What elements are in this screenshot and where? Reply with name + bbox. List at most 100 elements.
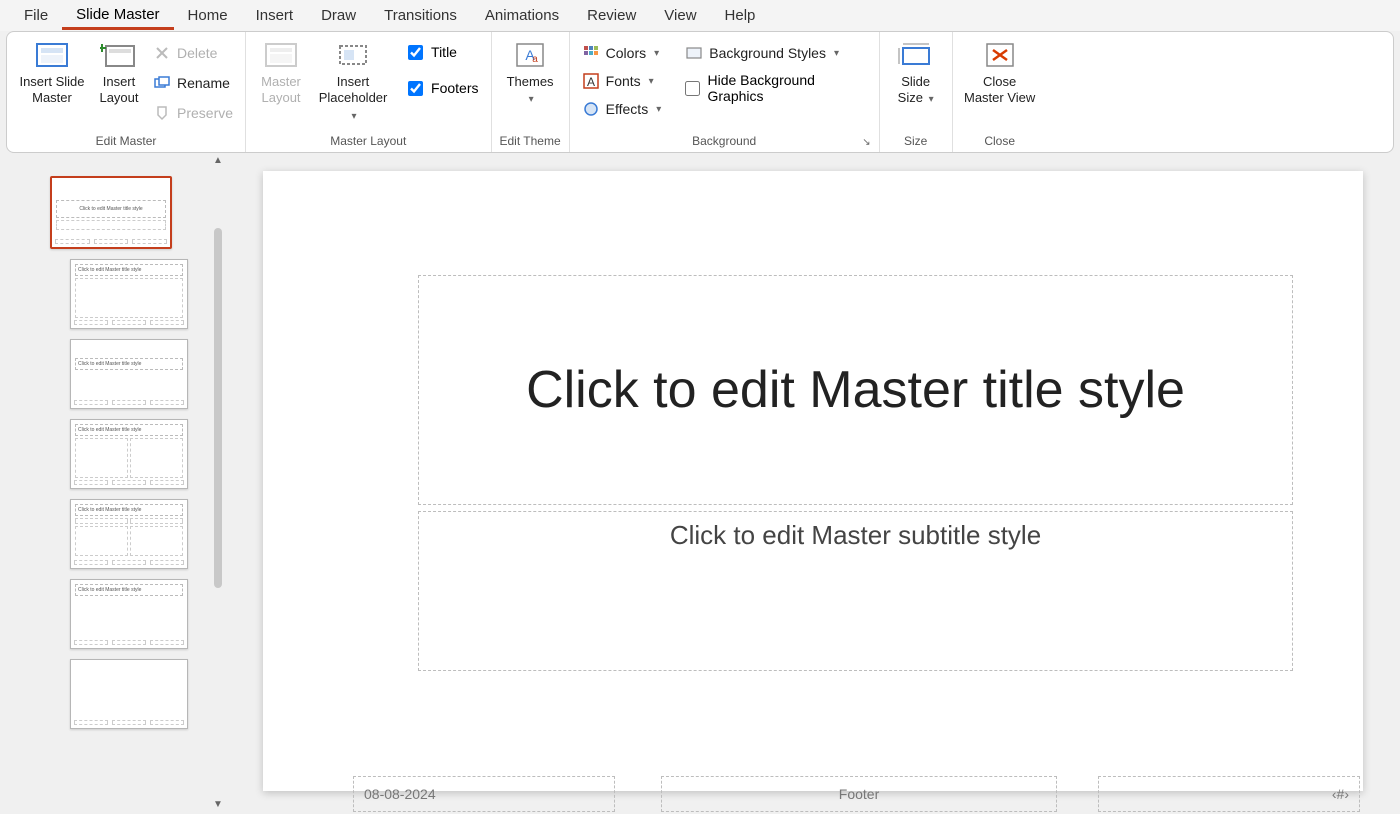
chevron-down-icon: ▾ bbox=[929, 94, 934, 105]
layout-thumbnail-5[interactable]: Click to edit Master title style bbox=[70, 579, 188, 649]
thumb-title: Click to edit Master title style bbox=[75, 584, 183, 596]
layout-thumbnail-1[interactable]: Click to edit Master title style bbox=[70, 259, 188, 329]
effects-icon bbox=[582, 100, 600, 118]
master-layout-button[interactable]: Master Layout bbox=[254, 38, 308, 109]
slide-number-placeholder[interactable]: ‹#› bbox=[1098, 776, 1360, 812]
close-master-view-button[interactable]: Close Master View bbox=[961, 38, 1039, 109]
close-icon bbox=[983, 40, 1017, 70]
thumb-title: Click to edit Master title style bbox=[75, 504, 183, 516]
tab-view[interactable]: View bbox=[650, 3, 710, 28]
chevron-down-icon: ▾ bbox=[352, 111, 357, 122]
group-background: Colors ▾ A Fonts ▾ Effects ▾ Background Sty… bbox=[570, 32, 880, 152]
effects-button[interactable]: Effects ▾ bbox=[578, 96, 666, 122]
workspace: Click to edit Master title style Click t… bbox=[0, 153, 1400, 812]
thumbnail-pane: Click to edit Master title style Click t… bbox=[0, 153, 226, 812]
fonts-label: Fonts bbox=[606, 73, 641, 89]
scroll-up-icon[interactable]: ▲ bbox=[211, 153, 225, 168]
date-placeholder[interactable]: 08-08-2024 bbox=[353, 776, 615, 812]
hide-bg-checkbox-row[interactable]: Hide Background Graphics bbox=[681, 68, 870, 108]
colors-button[interactable]: Colors ▾ bbox=[578, 40, 666, 66]
subtitle-placeholder[interactable]: Click to edit Master subtitle style bbox=[418, 511, 1293, 671]
insert-slide-master-label: Insert Slide Master bbox=[17, 74, 87, 107]
preserve-button[interactable]: Preserve bbox=[149, 100, 237, 126]
slide-size-label: Slide Size ▾ bbox=[890, 74, 942, 107]
insert-layout-icon bbox=[100, 40, 138, 70]
layout-thumbnail-3[interactable]: Click to edit Master title style bbox=[70, 419, 188, 489]
insert-placeholder-label: Insert Placeholder ▾ bbox=[314, 74, 392, 123]
chevron-down-icon: ▾ bbox=[656, 104, 661, 115]
slide-canvas[interactable]: Click to edit Master title style Click t… bbox=[263, 171, 1363, 791]
group-edit-theme: Aa Themes▾ Edit Theme bbox=[492, 32, 570, 152]
insert-placeholder-button[interactable]: Insert Placeholder ▾ bbox=[312, 38, 394, 125]
title-checkbox-label: Title bbox=[431, 44, 457, 60]
tab-help[interactable]: Help bbox=[711, 3, 770, 28]
rename-icon bbox=[153, 74, 171, 92]
tab-home[interactable]: Home bbox=[174, 3, 242, 28]
rename-label: Rename bbox=[177, 75, 230, 91]
preserve-icon bbox=[153, 104, 171, 122]
group-label-close: Close bbox=[961, 131, 1039, 152]
master-thumbnail[interactable]: Click to edit Master title style bbox=[50, 176, 172, 249]
background-styles-button[interactable]: Background Styles▾ bbox=[681, 40, 870, 66]
thumb-title: Click to edit Master title style bbox=[75, 358, 183, 370]
close-master-label: Close Master View bbox=[963, 74, 1037, 107]
preserve-label: Preserve bbox=[177, 105, 233, 121]
fonts-button[interactable]: A Fonts ▾ bbox=[578, 68, 666, 94]
svg-text:a: a bbox=[532, 54, 538, 65]
delete-icon bbox=[153, 44, 171, 62]
ribbon-tabs: File Slide Master Home Insert Draw Trans… bbox=[0, 0, 1400, 31]
title-checkbox-row[interactable]: Title bbox=[404, 40, 482, 64]
themes-label: Themes▾ bbox=[507, 74, 554, 107]
footers-checkbox-label: Footers bbox=[431, 80, 478, 96]
insert-layout-label: Insert Layout bbox=[95, 74, 143, 107]
thumbnail-scrollbar[interactable]: ▲ ▼ bbox=[210, 153, 226, 812]
group-size: Slide Size ▾ Size bbox=[880, 32, 953, 152]
themes-button[interactable]: Aa Themes▾ bbox=[501, 38, 559, 109]
group-label-background: Background ↘ bbox=[578, 131, 871, 152]
group-label-edit-master: Edit Master bbox=[15, 131, 237, 152]
ribbon: Insert Slide Master Insert Layout Delete… bbox=[6, 31, 1394, 153]
group-edit-master: Insert Slide Master Insert Layout Delete… bbox=[7, 32, 246, 152]
insert-slide-master-button[interactable]: Insert Slide Master bbox=[15, 38, 89, 109]
group-label-master-layout: Master Layout bbox=[254, 131, 482, 152]
background-dialog-launcher[interactable]: ↘ bbox=[862, 137, 870, 148]
hide-bg-checkbox[interactable] bbox=[685, 81, 699, 96]
layout-thumbnail-6[interactable] bbox=[70, 659, 188, 729]
colors-icon bbox=[582, 44, 600, 62]
tab-slide-master[interactable]: Slide Master bbox=[62, 2, 173, 30]
svg-text:A: A bbox=[587, 75, 595, 89]
tab-insert[interactable]: Insert bbox=[242, 3, 308, 28]
group-label-size: Size bbox=[888, 131, 944, 152]
thumb-title: Click to edit Master title style bbox=[75, 424, 183, 436]
footers-checkbox[interactable] bbox=[408, 81, 423, 96]
tab-file[interactable]: File bbox=[10, 3, 62, 28]
group-label-edit-theme: Edit Theme bbox=[500, 131, 561, 152]
master-layout-icon bbox=[262, 40, 300, 70]
scroll-down-icon[interactable]: ▼ bbox=[211, 797, 225, 812]
chevron-down-icon: ▾ bbox=[649, 76, 654, 87]
colors-label: Colors bbox=[606, 45, 646, 61]
effects-label: Effects bbox=[606, 101, 649, 117]
scroll-thumb[interactable] bbox=[214, 228, 222, 588]
rename-button[interactable]: Rename bbox=[149, 70, 237, 96]
layout-thumbnail-4[interactable]: Click to edit Master title style bbox=[70, 499, 188, 569]
themes-icon: Aa bbox=[513, 40, 547, 70]
footer-placeholder[interactable]: Footer bbox=[661, 776, 1057, 812]
chevron-down-icon: ▾ bbox=[654, 48, 659, 59]
tab-animations[interactable]: Animations bbox=[471, 3, 573, 28]
footers-checkbox-row[interactable]: Footers bbox=[404, 76, 482, 100]
delete-button[interactable]: Delete bbox=[149, 40, 237, 66]
group-master-layout: Master Layout Insert Placeholder ▾ Title… bbox=[246, 32, 491, 152]
tab-draw[interactable]: Draw bbox=[307, 3, 370, 28]
tab-transitions[interactable]: Transitions bbox=[370, 3, 471, 28]
title-placeholder[interactable]: Click to edit Master title style bbox=[418, 275, 1293, 505]
thumb-title: Click to edit Master title style bbox=[75, 264, 183, 276]
insert-slide-master-icon bbox=[33, 40, 71, 70]
tab-review[interactable]: Review bbox=[573, 3, 650, 28]
slide-size-button[interactable]: Slide Size ▾ bbox=[888, 38, 944, 109]
layout-thumbnail-2[interactable]: Click to edit Master title style bbox=[70, 339, 188, 409]
scroll-track[interactable] bbox=[210, 168, 226, 797]
insert-layout-button[interactable]: Insert Layout bbox=[93, 38, 145, 109]
title-checkbox[interactable] bbox=[408, 45, 423, 60]
slide-size-icon bbox=[897, 40, 935, 70]
